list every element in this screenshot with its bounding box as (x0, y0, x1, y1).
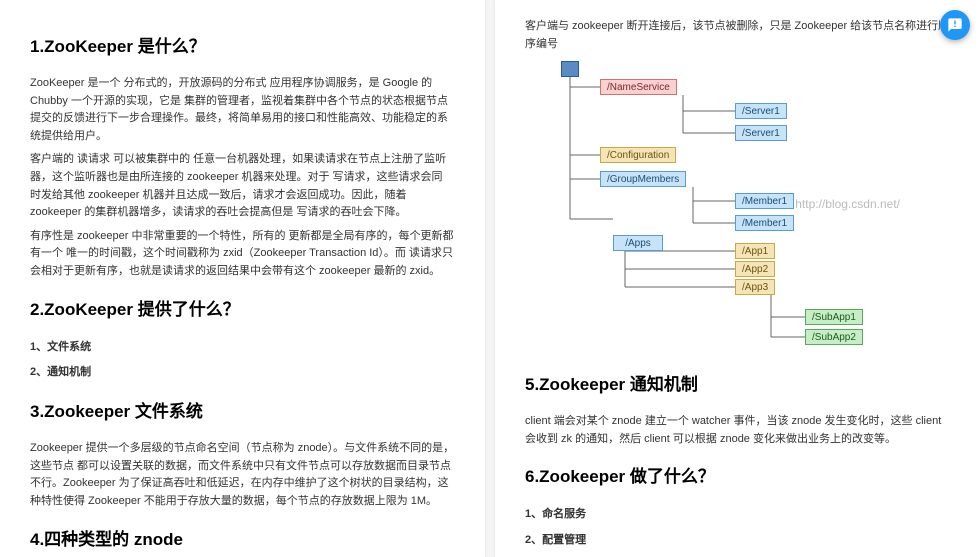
list-item: 2、配置管理 (525, 531, 950, 551)
heading-4: 4.四种类型的 znode (30, 525, 455, 550)
page-1: 1.ZooKeeper 是什么？ ZooKeeper 是一个 分布式的，开放源码… (0, 0, 485, 557)
heading-3: 3.Zookeeper 文件系统 (30, 397, 455, 422)
para: 有序性是 zookeeper 中非常重要的一个特性，所有的 更新都是全局有序的，… (30, 228, 455, 281)
watermark: http://blog.csdn.net/ (795, 197, 900, 211)
para: 客户端的 读请求 可以被集群中的 任意一台机器处理，如果读请求在节点上注册了监听… (30, 151, 455, 221)
node-app2: /App2 (735, 261, 775, 277)
page-2: 客户端与 zookeeper 断开连接后，该节点被删除，只是 Zookeeper… (495, 0, 980, 557)
node-groupmembers: /GroupMembers (600, 171, 686, 187)
node-member1: /Member1 (735, 193, 794, 209)
para: Zookeeper 提供一个多层级的节点命名空间（节点称为 znode）。与文件… (30, 440, 455, 510)
node-server1: /Server1 (735, 103, 787, 119)
list-item: 1、命名服务 (525, 505, 950, 525)
heading-1: 1.ZooKeeper 是什么？ (30, 32, 455, 57)
root-node (561, 61, 579, 77)
heading-5: 5.Zookeeper 通知机制 (525, 370, 950, 395)
list-item: 2、通知机制 (30, 363, 455, 383)
para: ZooKeeper 是一个 分布式的，开放源码的分布式 应用程序协调服务，是 G… (30, 75, 455, 145)
assistant-fab[interactable] (940, 10, 970, 40)
para: client 端会对某个 znode 建立一个 watcher 事件，当该 zn… (525, 413, 950, 448)
node-server1-2: /Server1 (735, 125, 787, 141)
node-subapp2: /SubApp2 (805, 329, 863, 345)
chat-icon (947, 17, 963, 33)
node-subapp1: /SubApp1 (805, 309, 863, 325)
node-app1: /App1 (735, 243, 775, 259)
node-member1-2: /Member1 (735, 215, 794, 231)
znode-tree-diagram: /NameService /Server1 /Server1 /Configur… (525, 61, 950, 356)
list-item: 1、文件系统 (30, 338, 455, 358)
node-app3: /App3 (735, 279, 775, 295)
node-configuration: /Configuration (600, 147, 676, 163)
para: 客户端与 zookeeper 断开连接后，该节点被删除，只是 Zookeeper… (525, 18, 950, 53)
heading-6: 6.Zookeeper 做了什么？ (525, 462, 950, 487)
node-apps: /Apps (613, 235, 663, 251)
heading-2: 2.ZooKeeper 提供了什么？ (30, 295, 455, 320)
node-nameservice: /NameService (600, 79, 677, 95)
